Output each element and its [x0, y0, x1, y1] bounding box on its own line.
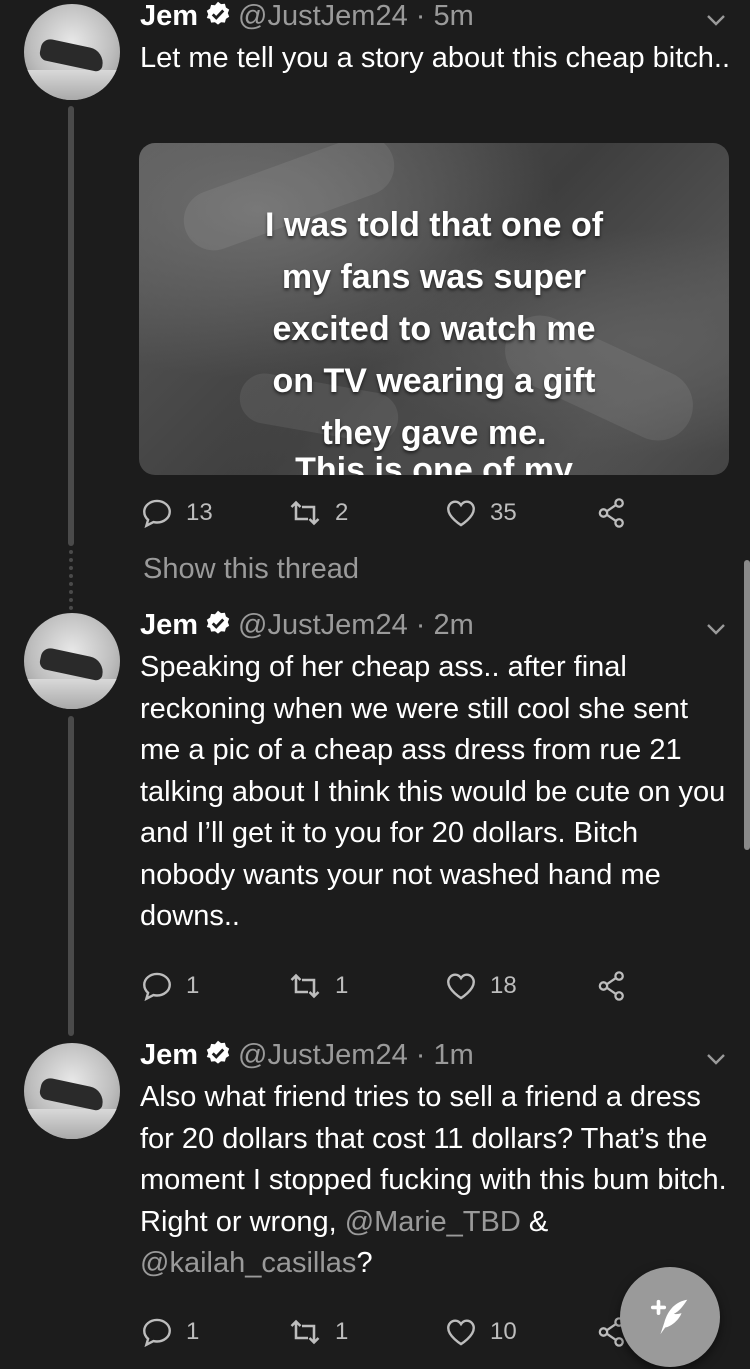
mention-link[interactable]: @kailah_casillas [140, 1247, 356, 1279]
reply-count: 1 [186, 1318, 200, 1345]
like-count: 18 [490, 972, 517, 999]
media-caption-cut: This is one of my [295, 451, 573, 475]
tweet-text: Speaking of her cheap ass.. after final … [140, 651, 726, 932]
separator: · [415, 609, 426, 641]
like-count: 35 [490, 499, 517, 526]
retweet-count: 2 [335, 499, 349, 526]
tweet[interactable]: Jem @JustJem24 · 5m Let me tell you a sto… [0, 0, 750, 540]
like-icon [447, 1319, 475, 1346]
tweet-media[interactable]: I was told that one of my fans was super… [139, 143, 729, 475]
tweet-text-end: ? [356, 1247, 373, 1279]
reply-icon [143, 972, 171, 1002]
tweet-actions: 1 1 10 [140, 1312, 640, 1352]
tweet-header: Jem @JustJem24 · 5m [140, 0, 474, 36]
tweet-header: Jem @JustJem24 · 2m [140, 609, 474, 645]
compose-tweet-icon [650, 1299, 688, 1335]
display-name[interactable]: Jem [140, 1039, 198, 1071]
avatar[interactable] [24, 1043, 120, 1139]
like-button[interactable]: 18 [444, 966, 517, 1006]
like-count: 10 [490, 1318, 517, 1345]
verified-badge-icon [204, 609, 232, 645]
retweet-count: 1 [335, 972, 349, 999]
like-button[interactable]: 35 [444, 493, 517, 533]
retweet-icon [290, 500, 320, 526]
reply-count: 13 [186, 499, 213, 526]
retweet-button[interactable]: 2 [287, 493, 348, 533]
timestamp[interactable]: 2m [434, 609, 474, 641]
chevron-down-icon[interactable] [704, 8, 728, 37]
mention-link[interactable]: @Marie_TBD [345, 1206, 521, 1238]
tweet-text: Also what friend tries to sell a friend … [140, 1077, 730, 1285]
reply-icon [143, 499, 171, 529]
retweet-button[interactable]: 1 [287, 966, 348, 1006]
reply-button[interactable]: 13 [140, 493, 213, 533]
share-button[interactable] [595, 966, 641, 1006]
reply-icon [143, 1318, 171, 1348]
tweet[interactable]: Jem @JustJem24 · 2m Speaking of her cheap… [0, 605, 750, 1025]
handle[interactable]: @JustJem24 [238, 0, 408, 32]
verified-badge-icon [204, 1039, 232, 1075]
thread-connector-dots [69, 550, 77, 610]
display-name[interactable]: Jem [140, 609, 198, 641]
like-icon [447, 973, 475, 1000]
display-name[interactable]: Jem [140, 0, 198, 32]
tweet-actions: 1 1 18 [140, 966, 640, 1006]
verified-badge-icon [204, 0, 232, 36]
media-caption: I was told that one of my fans was super… [264, 206, 604, 452]
reply-button[interactable]: 1 [140, 1312, 199, 1352]
separator: · [415, 1039, 426, 1071]
chevron-down-icon[interactable] [704, 1047, 728, 1076]
avatar[interactable] [24, 4, 120, 100]
tweet-text-amp: & [520, 1205, 549, 1238]
share-icon [598, 498, 624, 528]
chevron-down-icon[interactable] [704, 617, 728, 646]
tweet-text: Let me tell you a story about this cheap… [140, 42, 730, 74]
reply-count: 1 [186, 972, 200, 999]
share-button[interactable] [595, 493, 641, 533]
avatar[interactable] [24, 613, 120, 709]
compose-tweet-button[interactable] [620, 1267, 720, 1367]
like-icon [447, 500, 475, 527]
handle[interactable]: @JustJem24 [238, 609, 408, 641]
timestamp[interactable]: 5m [434, 0, 474, 32]
scrollbar[interactable] [744, 560, 750, 850]
timestamp[interactable]: 1m [434, 1039, 474, 1071]
tweet-header: Jem @JustJem24 · 1m [140, 1039, 474, 1075]
reply-button[interactable]: 1 [140, 966, 199, 1006]
retweet-icon [290, 1319, 320, 1345]
tweet-actions: 13 2 35 [140, 493, 640, 533]
separator: · [415, 0, 426, 32]
handle[interactable]: @JustJem24 [238, 1039, 408, 1071]
show-thread-link[interactable]: Show this thread [143, 553, 359, 586]
share-icon [598, 971, 624, 1001]
retweet-icon [290, 973, 320, 999]
retweet-count: 1 [335, 1318, 349, 1345]
retweet-button[interactable]: 1 [287, 1312, 348, 1352]
like-button[interactable]: 10 [444, 1312, 517, 1352]
